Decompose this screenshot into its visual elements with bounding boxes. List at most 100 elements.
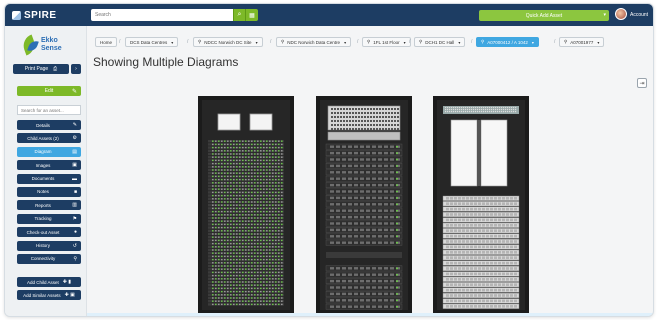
sidebar-item-images[interactable]: Images ▣: [17, 160, 81, 171]
port-led: [239, 290, 241, 293]
port-led: [236, 268, 238, 270]
next-button[interactable]: ›: [71, 64, 81, 74]
disk-slot: [478, 240, 481, 243]
drive-bay: [390, 151, 394, 155]
port-led: [212, 207, 214, 210]
breadcrumb-dcs[interactable]: DCS Data Centres ▾: [125, 37, 179, 47]
port-led: [278, 140, 280, 142]
disk-slot: [490, 305, 493, 308]
sidebar-item-checkout[interactable]: Check-out Asset ●: [17, 227, 81, 238]
disk-slot: [514, 272, 517, 276]
port-led: [245, 201, 247, 203]
disk-slot: [506, 245, 509, 249]
account-menu[interactable]: Account: [630, 12, 648, 18]
disk-slot: [498, 245, 501, 249]
port-led: [239, 143, 241, 146]
port-led: [215, 146, 217, 149]
breadcrumb-home[interactable]: Home: [95, 37, 118, 47]
port: [340, 116, 342, 118]
drive-bay: [390, 196, 394, 200]
sidebar-item-connectivity[interactable]: Connectivity ⚲: [17, 253, 81, 264]
sidebar-item-details[interactable]: Details ✎: [17, 120, 81, 130]
breadcrumb-ndc[interactable]: ⚲ NDC Norwich Data Centre ▾: [276, 37, 352, 47]
disk-slot: [462, 305, 465, 308]
disk-slot: [466, 283, 469, 286]
port-led: [233, 223, 235, 226]
search-icon[interactable]: ⌕: [233, 9, 245, 21]
breadcrumb-ndcc[interactable]: ⚲ NDCC Norwich DC Site ▾: [193, 37, 263, 47]
disk-slot: [490, 197, 493, 200]
edit-button[interactable]: Edit ✎: [17, 86, 81, 96]
rack-diagram-3[interactable]: [433, 96, 529, 314]
disk-slot: [450, 278, 453, 281]
port-led: [215, 246, 217, 248]
sidebar-item-reports[interactable]: Reports ▥: [17, 200, 81, 211]
sidebar-item-tracking[interactable]: Tracking ⚑: [17, 213, 81, 224]
port-led: [245, 274, 247, 277]
port-led: [245, 162, 247, 165]
drive-bay: [354, 158, 358, 161]
port-led: [272, 194, 274, 197]
sidebar-item-history[interactable]: History ↺: [17, 240, 81, 251]
search-input[interactable]: [91, 9, 233, 21]
sidebar-item-diagram[interactable]: Diagram ▤: [17, 146, 81, 157]
rack-diagram-2[interactable]: [316, 96, 412, 314]
quick-add-asset-button[interactable]: Quick Add Asset ▾: [479, 10, 609, 21]
port-led: [227, 239, 229, 242]
drive-bay: [336, 151, 340, 155]
drive-bay: [342, 158, 346, 161]
breadcrumb-current-rack[interactable]: ⚲ A07000412 / A 1042 ▾: [476, 37, 539, 47]
port: [487, 109, 489, 111]
rack-diagram-1[interactable]: [198, 96, 294, 314]
avatar[interactable]: [615, 8, 627, 20]
disk-slot: [470, 267, 473, 270]
drive-bay: [336, 222, 340, 225]
expand-icon[interactable]: ⇥: [637, 78, 647, 88]
port-led: [272, 220, 274, 222]
disk-slot: [450, 256, 453, 259]
port-led: [275, 281, 277, 283]
port-led: [269, 236, 271, 238]
breadcrumb-asset[interactable]: ⚲ A07001977 ▾: [559, 37, 605, 47]
port-led: [248, 223, 250, 226]
port: [394, 128, 396, 130]
spire-logo[interactable]: SPIRE: [12, 7, 70, 23]
port-led: [212, 303, 214, 306]
port-led: [227, 294, 229, 296]
add-similar-assets-button[interactable]: Add Similar Assets ✚ ▣: [17, 290, 81, 300]
port-led: [212, 201, 214, 203]
port-led: [224, 294, 226, 296]
port-led: [272, 217, 274, 219]
sidebar-item-notes[interactable]: Notes ■: [17, 186, 81, 197]
port-led: [215, 204, 217, 206]
port-led: [254, 262, 256, 264]
print-page-button[interactable]: Print Page ⎙: [13, 64, 69, 74]
port-led: [266, 194, 268, 197]
port: [451, 111, 453, 113]
drive-bay: [372, 209, 376, 212]
breadcrumb-separator: /: [357, 39, 359, 45]
port-led: [251, 274, 253, 277]
drive-bay: [390, 209, 394, 212]
disk-slot: [466, 256, 469, 259]
port-led: [263, 140, 265, 142]
disk-slot: [482, 278, 485, 281]
sidebar-item-label: Documents: [31, 176, 55, 182]
sidebar-item-label: Details: [36, 122, 50, 128]
sidebar-item-child-assets[interactable]: Child Assets (2) ⚙: [17, 133, 81, 144]
breadcrumb-floor[interactable]: ⚲ 1FL 1st Floor ▾: [362, 37, 411, 47]
port: [501, 109, 503, 111]
drive-bay: [354, 228, 358, 232]
drive-bay: [366, 267, 370, 270]
disk-slot: [462, 218, 465, 222]
add-child-asset-button[interactable]: Add Child Asset ✚ ▮: [17, 277, 81, 287]
sidebar-item-documents[interactable]: Documents ▬: [17, 173, 81, 184]
breadcrumb-hall[interactable]: ⚲ DCH1 DC Hall ▾: [414, 37, 466, 47]
port-led: [251, 236, 253, 238]
asset-search-input[interactable]: [17, 105, 81, 115]
disk-slot: [510, 294, 513, 297]
port-led: [218, 223, 220, 226]
port-led: [245, 214, 247, 216]
barcode-icon[interactable]: ▦: [245, 9, 258, 21]
port-led: [230, 281, 232, 283]
